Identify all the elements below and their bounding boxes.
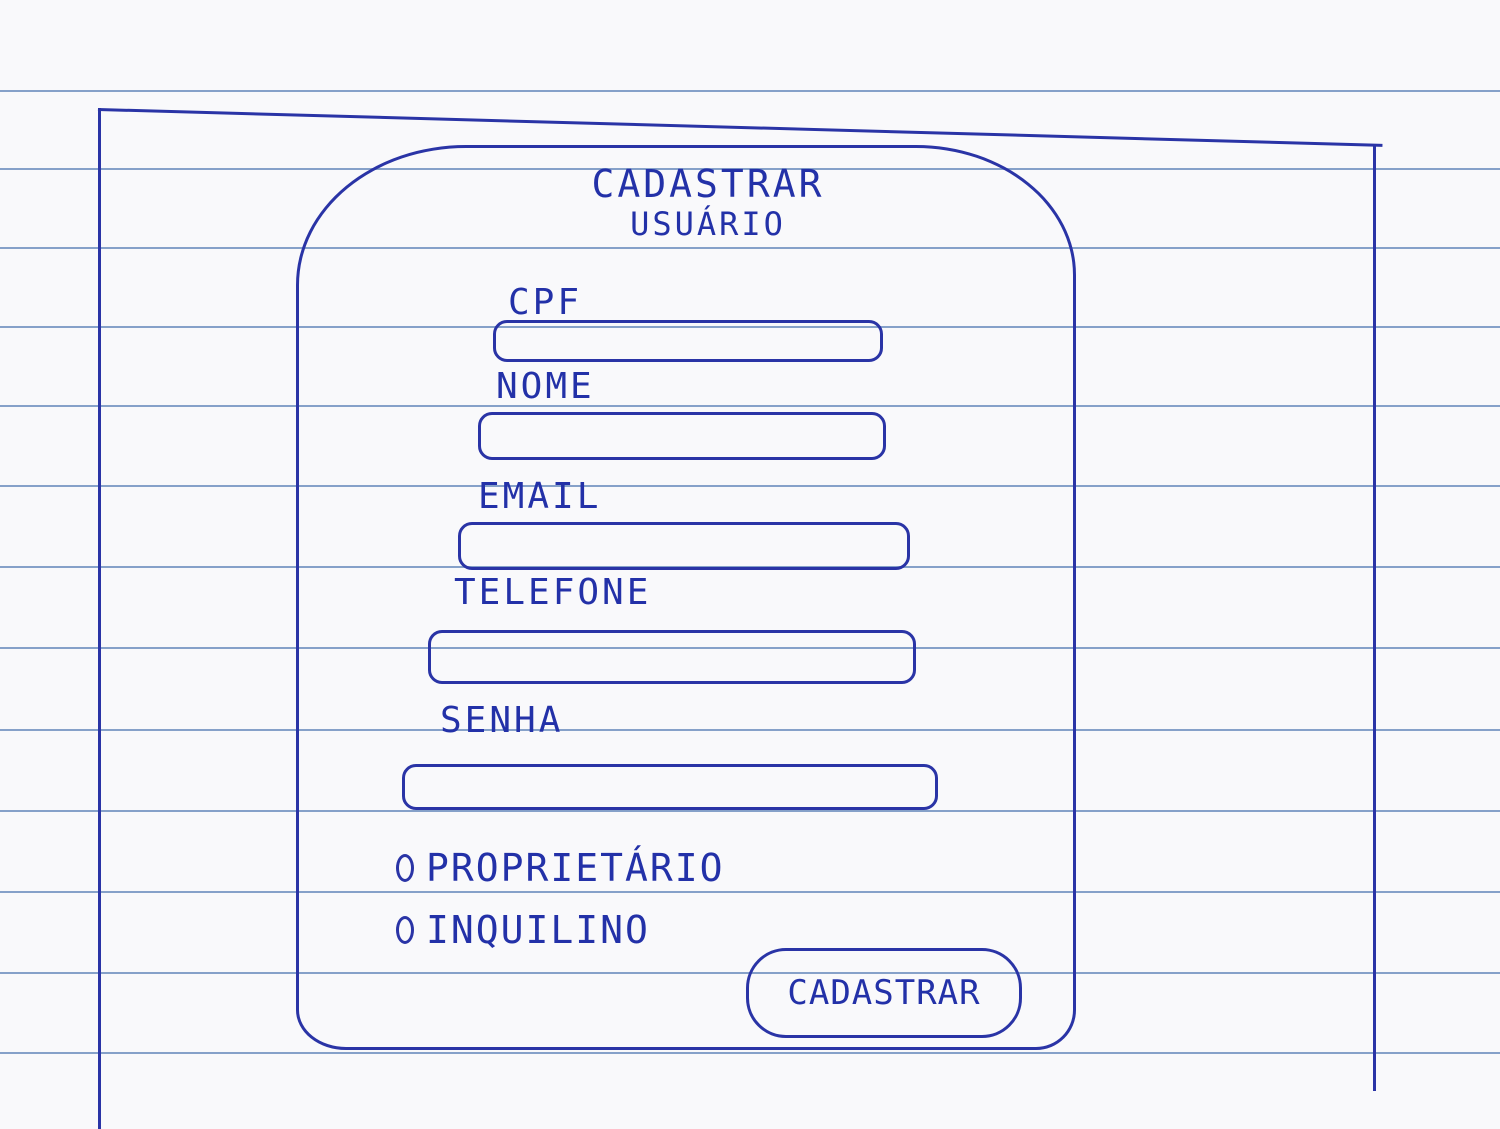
- radio-label-proprietario: PROPRIETÁRIO: [426, 846, 725, 890]
- nome-input[interactable]: [478, 412, 886, 460]
- window-frame-right-edge: [1373, 146, 1376, 1091]
- email-input[interactable]: [458, 522, 910, 570]
- ruled-line: [0, 90, 1500, 92]
- email-label: EMAIL: [478, 476, 602, 517]
- radio-option-inquilino[interactable]: INQUILINO: [396, 908, 650, 952]
- window-frame-top-edge: [97, 108, 1383, 147]
- radio-circle-icon[interactable]: [396, 854, 414, 882]
- telefone-label: TELEFONE: [454, 572, 652, 613]
- cpf-label: CPF: [508, 282, 583, 323]
- radio-circle-icon[interactable]: [396, 916, 414, 944]
- senha-label: SENHA: [440, 700, 564, 741]
- radio-label-inquilino: INQUILINO: [426, 908, 650, 952]
- form-title: CADASTRAR USUÁRIO: [548, 162, 868, 242]
- senha-input[interactable]: [402, 764, 938, 810]
- radio-option-proprietario[interactable]: PROPRIETÁRIO: [396, 846, 725, 890]
- telefone-input[interactable]: [428, 630, 916, 684]
- form-title-line2: USUÁRIO: [630, 205, 786, 243]
- nome-label: NOME: [496, 366, 595, 407]
- cpf-input[interactable]: [493, 320, 883, 362]
- form-title-line1: CADASTRAR: [591, 162, 825, 206]
- ruled-line: [0, 1052, 1500, 1054]
- cadastrar-button[interactable]: CADASTRAR: [746, 948, 1022, 1038]
- window-frame-left-edge: [98, 108, 101, 1129]
